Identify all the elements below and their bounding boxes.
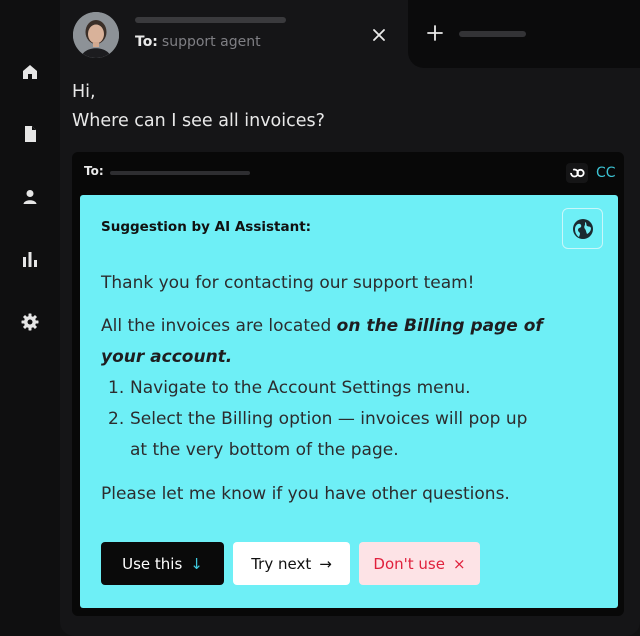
- suggestion-intro-line2: your account.: [101, 347, 232, 367]
- cc-link[interactable]: CC: [596, 165, 616, 181]
- step-number: 2.: [108, 409, 125, 429]
- globe-icon: [573, 219, 593, 239]
- close-icon[interactable]: [369, 25, 389, 45]
- intro-emphasis-1: on the Billing page of: [336, 316, 543, 336]
- recipient-line: To: support agent: [135, 34, 261, 50]
- document-icon[interactable]: [21, 125, 39, 143]
- avatar: [73, 12, 119, 58]
- step-text: Navigate to the Account Settings menu.: [130, 378, 471, 398]
- language-button[interactable]: [562, 208, 603, 249]
- use-this-button[interactable]: Use this ↓: [101, 542, 224, 585]
- reply-to-label: To:: [84, 164, 104, 178]
- dont-use-button[interactable]: Don't use ×: [359, 542, 480, 585]
- gear-icon[interactable]: [21, 313, 39, 331]
- message-question: Where can I see all invoices?: [72, 111, 325, 131]
- message-greeting: Hi,: [72, 82, 96, 102]
- suggestion-title: Suggestion by AI Assistant:: [101, 219, 312, 235]
- intro-emphasis-2: your account.: [101, 347, 233, 367]
- suggestion-closing: Please let me know if you have other que…: [101, 484, 510, 504]
- bar-chart-icon[interactable]: [21, 250, 39, 268]
- try-next-label: Try next: [251, 554, 312, 573]
- home-icon[interactable]: [21, 63, 39, 81]
- intro-text: All the invoices are located: [101, 316, 332, 336]
- use-this-label: Use this: [122, 554, 183, 573]
- try-next-button[interactable]: Try next →: [233, 542, 350, 585]
- toggle-icon[interactable]: [566, 163, 588, 183]
- suggestion-intro-line1: All the invoices are located on the Bill…: [101, 316, 543, 336]
- new-conversation-tab: [408, 0, 640, 68]
- tab-placeholder-bar: [459, 31, 526, 37]
- title-placeholder-bar: [135, 17, 286, 23]
- ai-suggestion-card: Suggestion by AI Assistant: Thank you fo…: [80, 195, 618, 608]
- dont-use-label: Don't use: [373, 554, 445, 573]
- step-number: 1.: [108, 378, 125, 398]
- to-label: To:: [135, 34, 158, 50]
- recipient-value: support agent: [161, 34, 261, 50]
- suggestion-greeting: Thank you for contacting our support tea…: [101, 273, 475, 293]
- arrow-right-icon: →: [319, 554, 332, 573]
- plus-icon[interactable]: [426, 24, 444, 42]
- close-x-icon: ×: [452, 554, 466, 573]
- reply-to-field[interactable]: [110, 171, 250, 175]
- user-icon[interactable]: [21, 188, 39, 206]
- sidebar: [0, 0, 60, 636]
- step-text: Select the Billing option — invoices wil…: [130, 409, 528, 429]
- step-text-continued: at the very bottom of the page.: [130, 440, 399, 460]
- arrow-down-icon: ↓: [190, 554, 203, 573]
